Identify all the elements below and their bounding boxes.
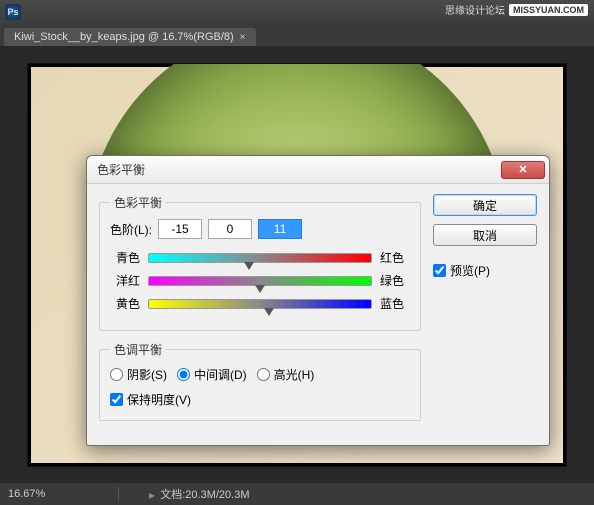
- slider-thumb-1[interactable]: [255, 285, 265, 293]
- tone-highlights-option[interactable]: 高光(H): [257, 366, 315, 383]
- tone-balance-group: 色调平衡 阴影(S) 中间调(D) 高光(H): [99, 341, 421, 421]
- cancel-button[interactable]: 取消: [433, 224, 537, 246]
- level-input-2[interactable]: [258, 219, 302, 239]
- level-input-1[interactable]: [208, 219, 252, 239]
- dialog-close-button[interactable]: ✕: [501, 161, 545, 179]
- slider-left-label-2: 黄色: [110, 295, 140, 312]
- photoshop-icon: Ps: [5, 4, 21, 20]
- doc-size-value: 20.3M/20.3M: [185, 489, 249, 501]
- watermark: 思缘设计论坛 MISSYUAN.COM: [445, 2, 588, 17]
- preserve-luminosity-option[interactable]: 保持明度(V): [110, 391, 410, 408]
- tone-highlights-label: 高光(H): [274, 366, 315, 383]
- watermark-text: 思缘设计论坛: [445, 2, 505, 17]
- slider-track-0[interactable]: [148, 253, 372, 263]
- ok-button[interactable]: 确定: [433, 194, 537, 216]
- status-bar: 16.67% ▶ 文档:20.3M/20.3M: [0, 483, 594, 505]
- tone-highlights-radio[interactable]: [257, 368, 270, 381]
- dialog-title: 色彩平衡: [97, 161, 145, 178]
- tone-shadows-radio[interactable]: [110, 368, 123, 381]
- slider-magenta-green: 洋红 绿色: [110, 272, 410, 289]
- slider-right-label-0: 红色: [380, 249, 410, 266]
- preview-checkbox[interactable]: [433, 264, 446, 277]
- color-balance-dialog: 色彩平衡 ✕ 色彩平衡 色阶(L): 青色 红色: [86, 155, 550, 446]
- preserve-luminosity-label: 保持明度(V): [127, 391, 191, 408]
- document-tabstrip: Kiwi_Stock__by_keaps.jpg @ 16.7%(RGB/8) …: [0, 24, 594, 46]
- doc-size: ▶ 文档:20.3M/20.3M: [149, 486, 249, 502]
- document-tab[interactable]: Kiwi_Stock__by_keaps.jpg @ 16.7%(RGB/8) …: [4, 28, 256, 46]
- slider-track-2[interactable]: [148, 299, 372, 309]
- preserve-luminosity-checkbox[interactable]: [110, 393, 123, 406]
- slider-left-label-0: 青色: [110, 249, 140, 266]
- tone-shadows-option[interactable]: 阴影(S): [110, 366, 167, 383]
- watermark-logo: MISSYUAN.COM: [509, 4, 588, 16]
- tone-shadows-label: 阴影(S): [127, 366, 167, 383]
- color-balance-legend: 色彩平衡: [110, 194, 166, 211]
- level-input-0[interactable]: [158, 219, 202, 239]
- tone-midtones-label: 中间调(D): [194, 366, 247, 383]
- dialog-titlebar[interactable]: 色彩平衡 ✕: [87, 156, 549, 184]
- levels-label: 色阶(L):: [110, 221, 152, 238]
- tone-midtones-option[interactable]: 中间调(D): [177, 366, 247, 383]
- slider-thumb-0[interactable]: [244, 262, 254, 270]
- slider-right-label-2: 蓝色: [380, 295, 410, 312]
- tone-midtones-radio[interactable]: [177, 368, 190, 381]
- slider-left-label-1: 洋红: [110, 272, 140, 289]
- zoom-level[interactable]: 16.67%: [8, 488, 88, 500]
- slider-track-1[interactable]: [148, 276, 372, 286]
- preview-option[interactable]: 预览(P): [433, 262, 537, 279]
- slider-right-label-1: 绿色: [380, 272, 410, 289]
- close-tab-icon[interactable]: ×: [240, 32, 246, 43]
- close-icon: ✕: [518, 163, 527, 176]
- color-balance-group: 色彩平衡 色阶(L): 青色 红色 洋红 绿色: [99, 194, 421, 331]
- tone-balance-legend: 色调平衡: [110, 341, 166, 358]
- slider-yellow-blue: 黄色 蓝色: [110, 295, 410, 312]
- slider-cyan-red: 青色 红色: [110, 249, 410, 266]
- slider-thumb-2[interactable]: [264, 308, 274, 316]
- status-separator: [118, 487, 119, 501]
- preview-label: 预览(P): [450, 262, 490, 279]
- document-tab-label: Kiwi_Stock__by_keaps.jpg @ 16.7%(RGB/8): [14, 31, 234, 43]
- doc-size-label: 文档:: [160, 489, 185, 501]
- disclosure-triangle-icon[interactable]: ▶: [149, 491, 155, 500]
